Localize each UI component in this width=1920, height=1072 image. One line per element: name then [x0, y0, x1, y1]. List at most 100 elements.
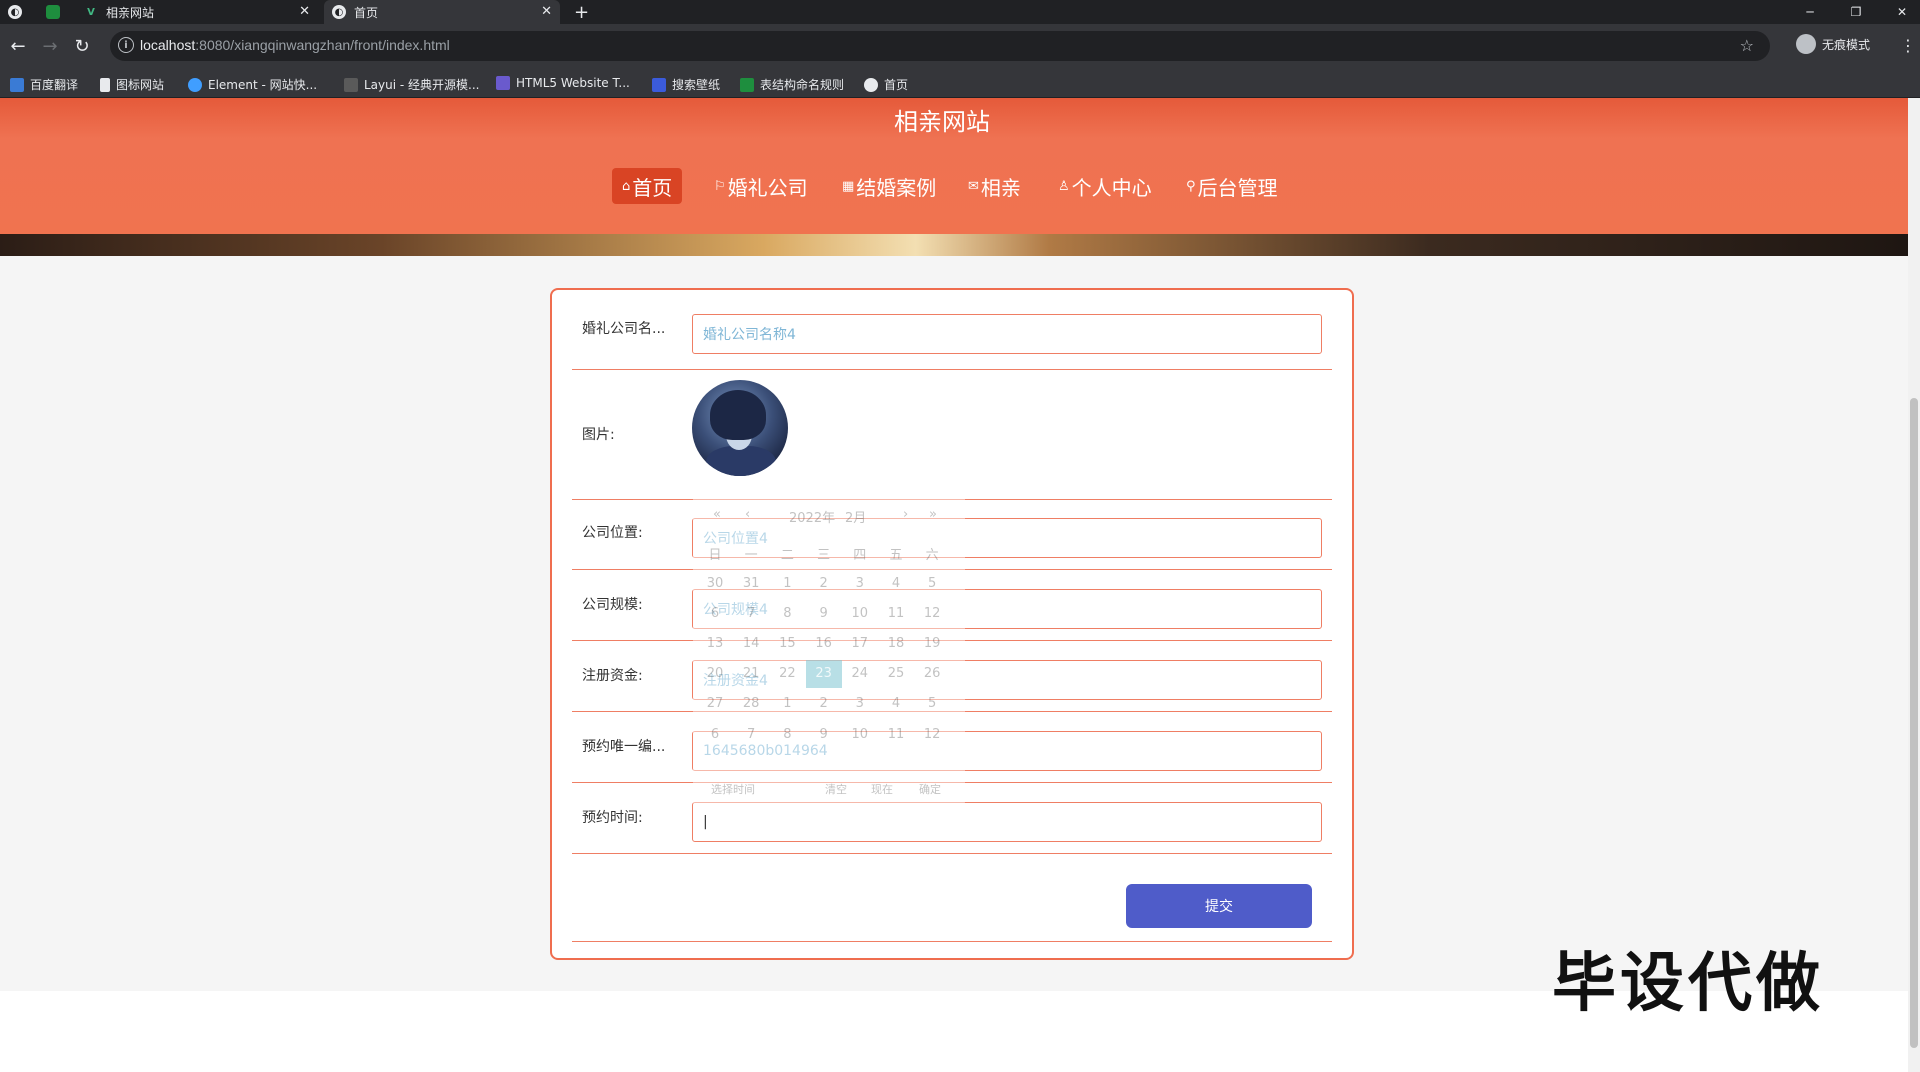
- prev-month-icon[interactable]: ‹: [745, 507, 750, 522]
- info-icon[interactable]: i: [118, 37, 134, 53]
- nav-personal-center[interactable]: ♙ 个人中心: [1058, 168, 1152, 204]
- field-label: 婚礼公司名...: [582, 321, 666, 337]
- tab-xiangqin[interactable]: V 相亲网站 ✕: [84, 0, 318, 24]
- day-cell[interactable]: 10: [842, 599, 878, 627]
- tab-home[interactable]: ◐ 首页 ✕: [324, 0, 560, 24]
- day-cell[interactable]: 7: [733, 599, 769, 627]
- close-tab-icon[interactable]: ✕: [299, 4, 310, 19]
- bookmarks-bar: 百度翻译 图标网站 Element - 网站快... Layui - 经典开源模…: [0, 68, 1920, 98]
- day-cell[interactable]: 4: [878, 569, 914, 597]
- day-cell[interactable]: 30: [697, 569, 733, 597]
- day-cell[interactable]: 10: [842, 720, 878, 748]
- url-host: localhost: [140, 37, 196, 53]
- weekday-label: 五: [889, 547, 903, 563]
- bookmark-item[interactable]: 表结构命名规则: [740, 76, 844, 93]
- pinned-tab[interactable]: [46, 0, 76, 24]
- nav-admin[interactable]: ⚲ 后台管理: [1186, 168, 1278, 204]
- prev-year-icon[interactable]: «: [713, 507, 721, 522]
- day-cell[interactable]: 26: [914, 660, 950, 688]
- back-icon[interactable]: ←: [6, 34, 30, 58]
- nav-home[interactable]: ⌂ 首页: [612, 168, 683, 204]
- day-cell[interactable]: 12: [914, 599, 950, 627]
- day-cell[interactable]: 15: [769, 629, 805, 657]
- day-cell[interactable]: 1: [769, 690, 805, 718]
- bookmark-item[interactable]: 图标网站: [100, 76, 164, 93]
- day-cell[interactable]: 31: [733, 569, 769, 597]
- month-label[interactable]: 2月: [845, 507, 866, 526]
- next-year-icon[interactable]: »: [929, 507, 937, 522]
- day-cell[interactable]: 11: [878, 720, 914, 748]
- bookmark-item[interactable]: 百度翻译: [10, 76, 78, 93]
- day-cell[interactable]: 5: [914, 690, 950, 718]
- day-cell[interactable]: 4: [878, 690, 914, 718]
- scrollbar-thumb[interactable]: [1910, 398, 1918, 1048]
- next-month-icon[interactable]: ›: [903, 507, 908, 522]
- day-cell[interactable]: 7: [733, 720, 769, 748]
- tab-title: 首页: [354, 5, 379, 20]
- new-tab-button[interactable]: +: [574, 0, 594, 24]
- restore-icon[interactable]: ❐: [1838, 0, 1874, 24]
- day-cell[interactable]: 23: [805, 659, 842, 688]
- day-cell[interactable]: 13: [697, 629, 733, 657]
- company-image[interactable]: [692, 380, 788, 476]
- day-cell[interactable]: 12: [914, 720, 950, 748]
- nav-wedding-cases[interactable]: ▦ 结婚案例: [842, 168, 936, 204]
- day-cell[interactable]: 6: [697, 720, 733, 748]
- bookmark-item[interactable]: HTML5 Website T...: [496, 76, 630, 90]
- day-cell[interactable]: 14: [733, 629, 769, 657]
- bookmark-item[interactable]: 首页: [864, 76, 908, 93]
- day-cell[interactable]: 16: [806, 629, 842, 657]
- day-cell[interactable]: 21: [733, 660, 769, 688]
- weekday-label: 二: [780, 547, 794, 563]
- url-bar[interactable]: i localhost:8080/xiangqinwangzhan/front/…: [110, 31, 1770, 61]
- booking-time-input[interactable]: |: [692, 802, 1322, 842]
- more-menu-icon[interactable]: ⋮: [1900, 36, 1916, 55]
- forward-icon[interactable]: →: [38, 34, 62, 58]
- nav-matchmaking[interactable]: ✉ 相亲: [968, 168, 1021, 204]
- day-cell[interactable]: 24: [842, 660, 878, 688]
- day-cell[interactable]: 27: [697, 690, 733, 718]
- incognito-profile[interactable]: 无痕模式: [1796, 34, 1870, 54]
- day-cell[interactable]: 1: [769, 569, 805, 597]
- day-cell[interactable]: 25: [878, 660, 914, 688]
- bookmark-item[interactable]: 搜索壁纸: [652, 76, 720, 93]
- minimize-icon[interactable]: ─: [1792, 0, 1828, 24]
- day-cell[interactable]: 3: [842, 569, 878, 597]
- bookmark-item[interactable]: Element - 网站快...: [188, 76, 317, 93]
- field-label: 预约唯一编...: [582, 739, 666, 755]
- day-cell[interactable]: 28: [733, 690, 769, 718]
- date-picker: « ‹ 2022年 2月 › » 日一二三四五六 30 31 1 2 3 4 5 6 7 8 9 10 1…: [693, 493, 965, 805]
- company-name-input[interactable]: 婚礼公司名称4: [692, 314, 1322, 354]
- day-cell[interactable]: 2: [806, 690, 842, 718]
- close-window-icon[interactable]: ✕: [1884, 0, 1920, 24]
- confirm-button[interactable]: 确定: [919, 781, 941, 797]
- day-cell[interactable]: 9: [806, 720, 842, 748]
- day-cell[interactable]: 9: [806, 599, 842, 627]
- close-tab-icon[interactable]: ✕: [541, 4, 552, 19]
- now-button[interactable]: 现在: [871, 781, 893, 797]
- day-cell[interactable]: 18: [878, 629, 914, 657]
- year-label[interactable]: 2022年: [789, 507, 835, 526]
- day-cell[interactable]: 17: [842, 629, 878, 657]
- nav-wedding-company[interactable]: ⚐ 婚礼公司: [714, 168, 808, 204]
- day-cell[interactable]: 19: [914, 629, 950, 657]
- field-label: 图片:: [582, 427, 615, 443]
- day-cell[interactable]: 3: [842, 690, 878, 718]
- browser-menu-icon[interactable]: ◐: [8, 0, 36, 24]
- reload-icon[interactable]: ↻: [70, 34, 94, 58]
- bookmark-star-icon[interactable]: ☆: [1740, 36, 1754, 55]
- clear-button[interactable]: 清空: [825, 781, 847, 797]
- weekday-label: 一: [744, 547, 758, 563]
- bookmark-item[interactable]: Layui - 经典开源模...: [344, 76, 479, 93]
- page-scrollbar[interactable]: [1908, 98, 1920, 1072]
- select-time-link[interactable]: 选择时间: [711, 781, 755, 797]
- day-cell[interactable]: 2: [806, 569, 842, 597]
- day-cell[interactable]: 6: [697, 599, 733, 627]
- day-cell[interactable]: 8: [769, 599, 805, 627]
- banner-image: [0, 234, 1908, 256]
- day-cell[interactable]: 8: [769, 720, 805, 748]
- day-cell[interactable]: 5: [914, 569, 950, 597]
- day-cell[interactable]: 11: [878, 599, 914, 627]
- day-cell[interactable]: 22: [769, 660, 805, 688]
- day-cell[interactable]: 20: [697, 660, 733, 688]
